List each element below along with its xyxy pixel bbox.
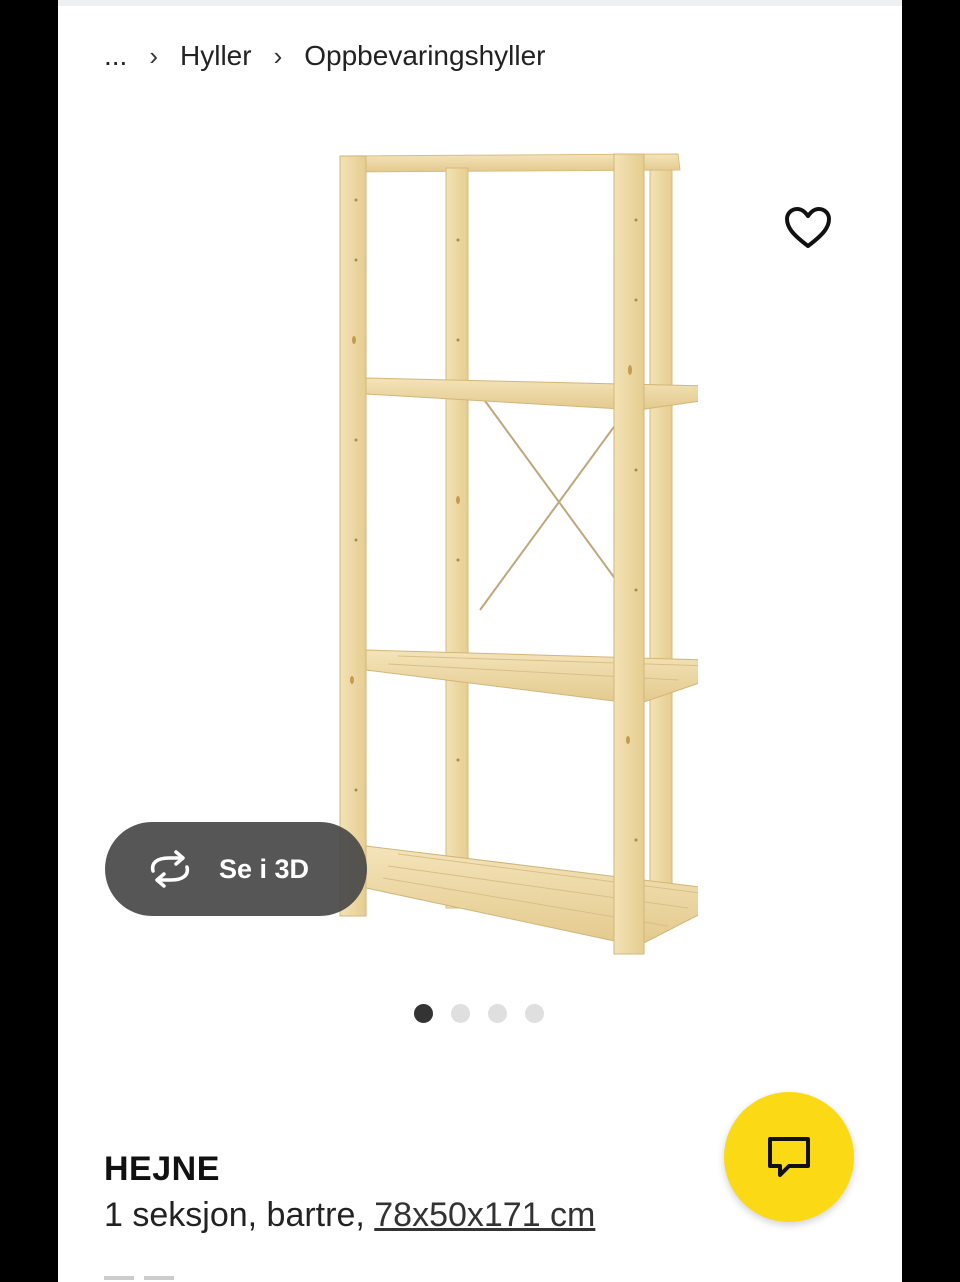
gallery-dot-2[interactable] [451,1004,470,1023]
product-description-text: 1 seksjon, bartre, [104,1196,365,1234]
breadcrumb-separator: › [149,40,159,71]
rating-bar [104,1276,134,1280]
breadcrumb-separator: › [273,40,283,71]
product-name: HEJNE [104,1150,220,1188]
product-dimensions-link[interactable]: 78x50x171 cm [374,1196,595,1234]
breadcrumb: ... › Hyller › Oppbevaringshyller [104,38,546,74]
heart-icon [785,207,831,248]
favorite-button[interactable] [782,204,834,252]
chat-icon [768,1137,810,1177]
gallery-dot-1[interactable] [414,1004,433,1023]
breadcrumb-item-oppbevaringshyller[interactable]: Oppbevaringshyller [304,40,545,72]
rotate-3d-icon [150,850,190,888]
product-description: 1 seksjon, bartre, 78x50x171 cm [104,1196,595,1235]
product-page: ... › Hyller › Oppbevaringshyller Se i 3… [58,0,902,1282]
view-3d-button[interactable]: Se i 3D [105,822,367,916]
gallery-dot-4[interactable] [525,1004,544,1023]
gallery-pagination [414,1004,544,1023]
breadcrumb-ellipsis[interactable]: ... [104,40,127,72]
rating-strip-partial [104,1264,224,1282]
view-3d-label: Se i 3D [219,853,310,884]
chat-button[interactable] [724,1092,854,1222]
breadcrumb-item-hyller[interactable]: Hyller [180,40,252,72]
rating-bar [144,1276,174,1280]
gallery-dot-3[interactable] [488,1004,507,1023]
top-divider [58,0,902,6]
